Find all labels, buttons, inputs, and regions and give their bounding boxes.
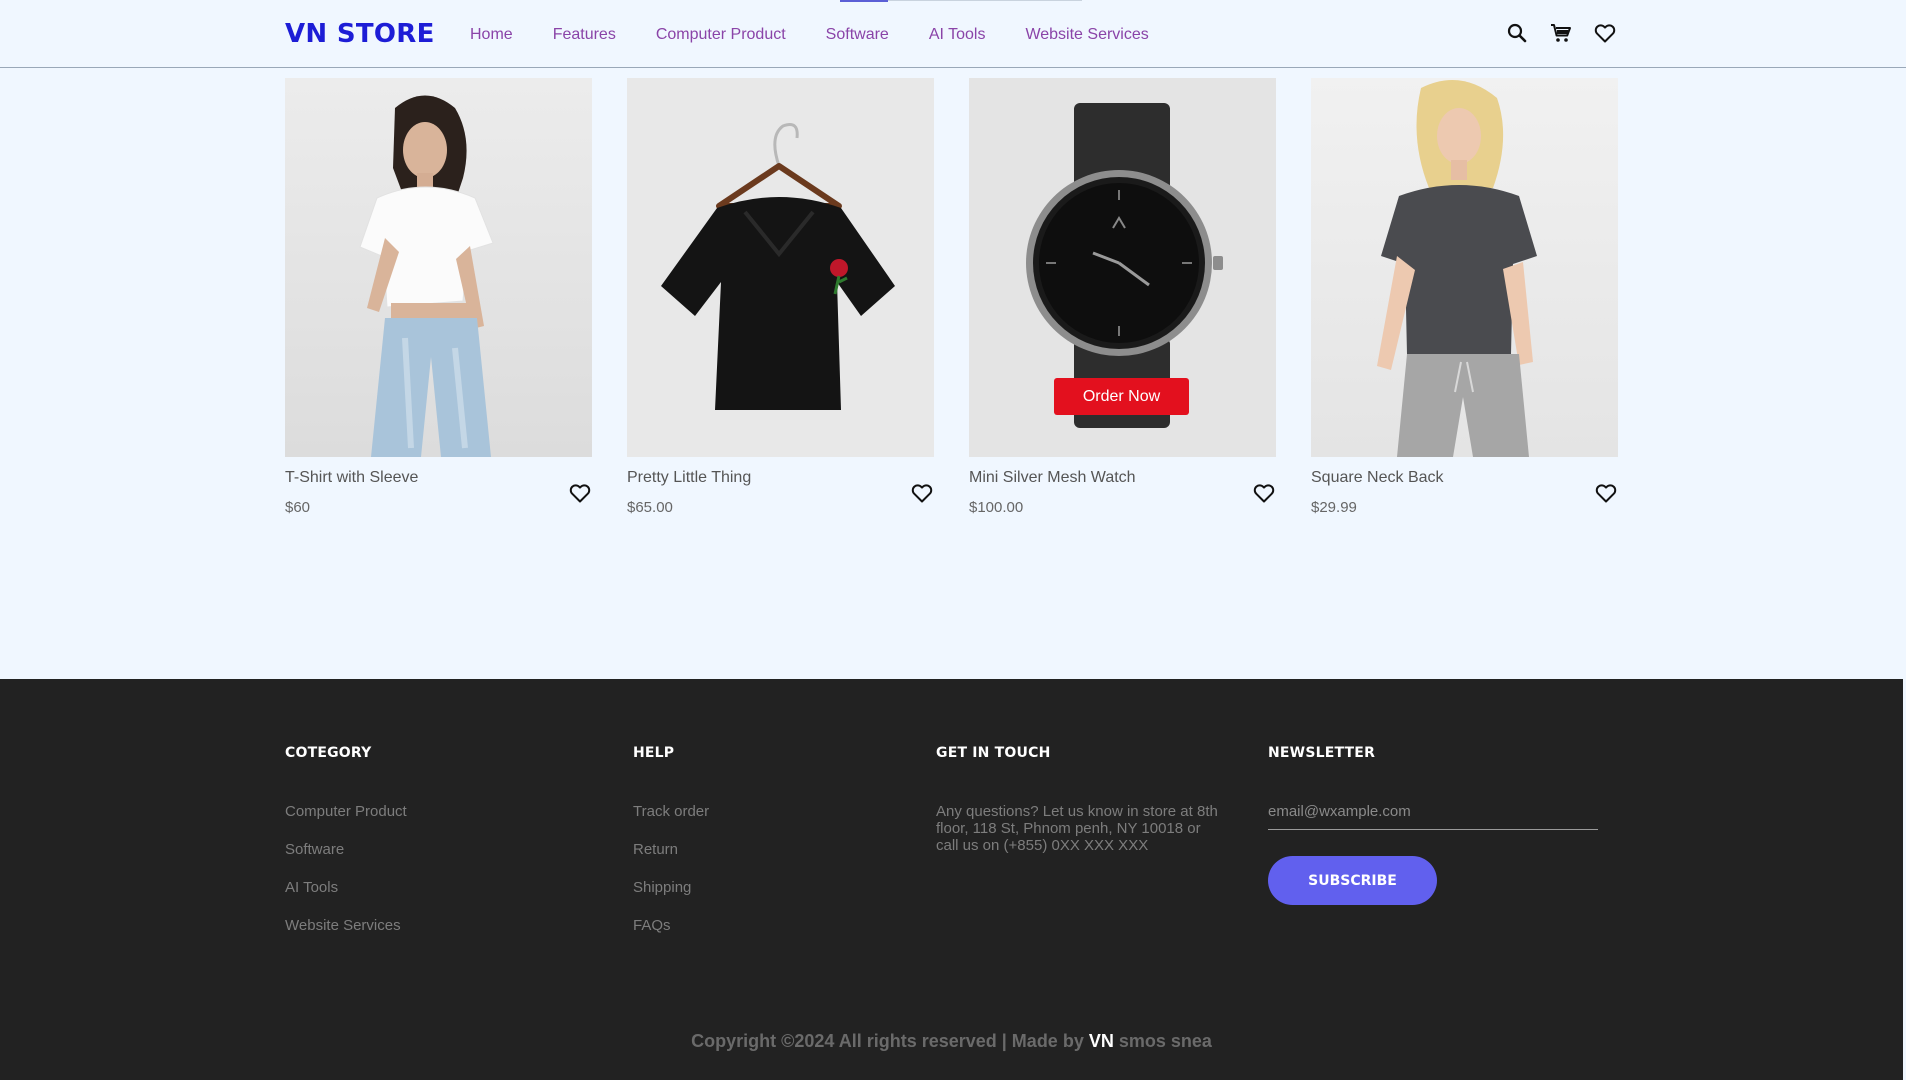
copyright-text: Copyright ©2024 All rights reserved | Ma… (691, 1031, 1089, 1051)
nav-features[interactable]: Features (553, 26, 616, 44)
main-nav: Home Features Computer Product Software … (470, 26, 1189, 44)
cart-icon[interactable] (1549, 21, 1573, 45)
nav-software[interactable]: Software (826, 26, 889, 44)
footer-link-software[interactable]: Software (285, 841, 407, 859)
subscribe-button[interactable]: SUBSCRIBE (1268, 856, 1437, 905)
product-name[interactable]: T-Shirt with Sleeve (285, 469, 418, 487)
order-now-button[interactable]: Order Now (1054, 378, 1189, 415)
nav-active-indicator (840, 0, 888, 2)
footer-help-title: HELP (633, 745, 675, 761)
product-image-black-crop-top[interactable] (627, 78, 934, 457)
footer-contact-text: Any questions? Let us know in store at 8… (936, 803, 1218, 854)
product-meta: Square Neck Back $29.99 (1311, 457, 1618, 527)
newsletter-email-input[interactable] (1268, 803, 1598, 830)
footer-contact-title: GET IN TOUCH (936, 745, 1051, 761)
product-price: $29.99 (1311, 499, 1357, 516)
nav-home[interactable]: Home (470, 26, 513, 44)
wishlist-heart-icon[interactable] (1593, 21, 1617, 45)
store-logo[interactable]: VN STORE (285, 19, 435, 49)
add-to-wishlist-heart-icon[interactable] (568, 481, 592, 505)
site-header: VN STORE Home Features Computer Product … (0, 0, 1906, 68)
product-image-black-mesh-watch[interactable]: Order Now (969, 78, 1276, 457)
product-card[interactable]: Pretty Little Thing $65.00 (627, 78, 934, 527)
woman-grey-tshirt-illustration (1377, 80, 1537, 457)
header-top-line (888, 0, 1082, 1)
product-meta: Mini Silver Mesh Watch $100.00 (969, 457, 1276, 527)
footer-contact-column: GET IN TOUCH Any questions? Let us know … (936, 745, 1226, 854)
product-name[interactable]: Pretty Little Thing (627, 469, 751, 487)
product-meta: T-Shirt with Sleeve $60 (285, 457, 592, 527)
black-crop-top-illustration (661, 123, 895, 410)
footer-category-column: COTEGORY Computer Product Software AI To… (285, 745, 407, 955)
nav-computer-product[interactable]: Computer Product (656, 26, 786, 44)
footer-link-track-order[interactable]: Track order (633, 803, 709, 821)
product-name[interactable]: Mini Silver Mesh Watch (969, 469, 1136, 487)
nav-website-services[interactable]: Website Services (1025, 26, 1148, 44)
footer-link-ai-tools[interactable]: AI Tools (285, 879, 407, 897)
product-card[interactable]: Square Neck Back $29.99 (1311, 78, 1618, 527)
product-image-woman-grey-tshirt[interactable] (1311, 78, 1618, 457)
product-card[interactable]: Order Now Mini Silver Mesh Watch $100.00 (969, 78, 1276, 527)
footer-link-faqs[interactable]: FAQs (633, 917, 709, 935)
add-to-wishlist-heart-icon[interactable] (910, 481, 934, 505)
footer-newsletter-title: NEWSLETTER (1268, 745, 1376, 761)
woman-white-tshirt-illustration (359, 95, 494, 457)
product-card[interactable]: T-Shirt with Sleeve $60 (285, 78, 592, 527)
copyright-author: smos snea (1113, 1031, 1212, 1051)
copyright-brand[interactable]: VN (1089, 1031, 1114, 1051)
footer-link-computer-product[interactable]: Computer Product (285, 803, 407, 821)
product-price: $100.00 (969, 499, 1024, 516)
footer-link-website-services[interactable]: Website Services (285, 917, 407, 935)
footer-newsletter-column: NEWSLETTER SUBSCRIBE (1268, 745, 1598, 905)
search-icon[interactable] (1505, 21, 1529, 45)
product-grid: T-Shirt with Sleeve $60 Pretty Little Th… (285, 78, 1618, 527)
product-name[interactable]: Square Neck Back (1311, 469, 1444, 487)
footer-link-return[interactable]: Return (633, 841, 709, 859)
add-to-wishlist-heart-icon[interactable] (1594, 481, 1618, 505)
footer-help-column: HELP Track order Return Shipping FAQs (633, 745, 709, 955)
add-to-wishlist-heart-icon[interactable] (1252, 481, 1276, 505)
footer-category-title: COTEGORY (285, 745, 372, 761)
product-price: $60 (285, 499, 311, 516)
nav-ai-tools[interactable]: AI Tools (929, 26, 986, 44)
product-image-woman-white-tshirt[interactable] (285, 78, 592, 457)
product-meta: Pretty Little Thing $65.00 (627, 457, 934, 527)
copyright: Copyright ©2024 All rights reserved | Ma… (0, 1031, 1903, 1052)
footer-link-shipping[interactable]: Shipping (633, 879, 709, 897)
product-price: $65.00 (627, 499, 673, 516)
site-footer: COTEGORY Computer Product Software AI To… (0, 679, 1903, 1080)
